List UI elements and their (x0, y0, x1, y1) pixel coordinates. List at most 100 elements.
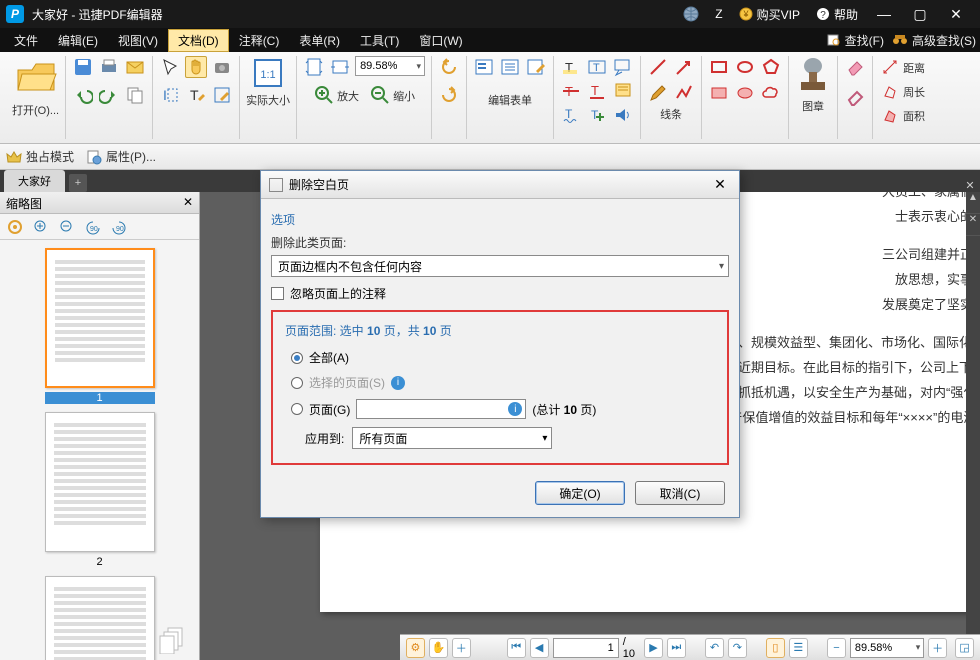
text-edit-icon[interactable]: T (185, 84, 207, 106)
tabs-close-button[interactable]: ✕ (960, 179, 980, 192)
sb-next-page-icon[interactable]: ▶ (644, 638, 663, 658)
copy-icon[interactable] (124, 84, 146, 106)
thumb-options-icon[interactable] (6, 218, 24, 236)
pencil-icon[interactable] (647, 82, 669, 104)
delete-type-combo[interactable]: 页面边框内不包含任何内容 (271, 255, 729, 277)
thumb-zoom-in-icon[interactable] (32, 218, 50, 236)
thumbnail-page-1[interactable]: 1 (45, 248, 155, 404)
add-tab-button[interactable]: + (69, 174, 87, 192)
form-list-icon[interactable] (499, 56, 521, 78)
vstrip-close-icon[interactable]: ✕ (966, 214, 980, 236)
cloud-icon[interactable] (760, 82, 782, 104)
close-button[interactable]: ✕ (938, 6, 974, 23)
ellipse-fill-icon[interactable] (734, 82, 756, 104)
sb-options-icon[interactable]: ⚙ (406, 638, 425, 658)
fit-width-icon[interactable] (329, 56, 351, 78)
dialog-close-button[interactable]: ✕ (709, 176, 731, 193)
menu-comment[interactable]: 注释(C) (229, 29, 290, 52)
cursor-icon[interactable] (159, 56, 181, 78)
apply-to-combo[interactable]: 所有页面 (352, 427, 552, 449)
thumbnail-page-2[interactable]: 2 (45, 412, 155, 568)
polyline-icon[interactable] (673, 82, 695, 104)
save-icon[interactable] (72, 56, 94, 78)
minimize-button[interactable]: — (866, 6, 902, 22)
arrow-icon[interactable] (673, 56, 695, 78)
eraser2-icon[interactable] (844, 86, 866, 108)
menu-file[interactable]: 文件 (4, 29, 48, 52)
rotate-ccw-icon[interactable] (438, 56, 460, 78)
exclusive-mode-button[interactable]: 独占模式 (6, 148, 74, 165)
info-icon[interactable]: i (391, 376, 405, 390)
undo-icon[interactable] (72, 84, 94, 106)
menu-edit[interactable]: 编辑(E) (48, 29, 108, 52)
text-select-icon[interactable]: I (159, 84, 181, 106)
highlight-icon[interactable]: T (560, 56, 582, 78)
zoom-in-icon[interactable] (313, 84, 335, 106)
text-box-icon[interactable]: T (586, 56, 608, 78)
tab-active[interactable]: 大家好 (4, 170, 65, 192)
area-icon[interactable] (879, 104, 901, 126)
thumb-zoom-out-icon[interactable] (58, 218, 76, 236)
radio-all[interactable]: 全部(A) (291, 349, 715, 366)
mail-icon[interactable] (124, 56, 146, 78)
sb-single-page-icon[interactable]: ▯ (766, 638, 785, 658)
menu-tools[interactable]: 工具(T) (350, 29, 409, 52)
radio-pages[interactable]: 页面(G) i (总计 10 页) (291, 399, 715, 419)
thumb-rotate-ccw-icon[interactable]: 90 (84, 218, 102, 236)
sb-hand-icon[interactable]: ✋ (429, 638, 448, 658)
callout-icon[interactable] (612, 56, 634, 78)
edit-content-icon[interactable] (211, 84, 233, 106)
hand-tool-icon[interactable] (185, 56, 207, 78)
sb-corner-icon[interactable]: ◲ (955, 638, 974, 658)
sb-zoom-combo[interactable]: 89.58% (850, 638, 924, 658)
eraser-icon[interactable] (844, 56, 866, 78)
sb-continuous-icon[interactable]: ☰ (789, 638, 808, 658)
help-button[interactable]: ? 帮助 (816, 6, 858, 23)
rect-fill-icon[interactable] (708, 82, 730, 104)
distance-icon[interactable] (879, 56, 901, 78)
ignore-annotations-checkbox[interactable]: 忽略页面上的注释 (271, 285, 729, 302)
properties-button[interactable]: 属性(P)... (86, 148, 156, 165)
zoom-out-icon[interactable] (369, 84, 391, 106)
thumbnail-page-3[interactable]: 3 (45, 576, 155, 660)
sb-zoom-in-icon[interactable]: ＋ (928, 638, 947, 658)
page-number-field[interactable]: 1 (553, 638, 619, 658)
pages-stack-icon[interactable] (158, 624, 188, 654)
sb-prev-page-icon[interactable]: ◀ (530, 638, 549, 658)
underline-icon[interactable]: T (586, 80, 608, 102)
insert-text-icon[interactable]: T (586, 104, 608, 126)
sb-plus-icon[interactable]: ＋ (452, 638, 471, 658)
rect-icon[interactable] (708, 56, 730, 78)
maximize-button[interactable]: ▢ (902, 6, 938, 23)
buy-vip-button[interactable]: ¥ 购买VIP (739, 6, 800, 23)
adv-find-button[interactable]: 高级查找(S) (892, 32, 976, 49)
open-folder-icon[interactable] (14, 56, 58, 100)
sb-forward-icon[interactable]: ↷ (728, 638, 747, 658)
thumb-rotate-cw-icon[interactable]: 90 (110, 218, 128, 236)
menu-form[interactable]: 表单(R) (289, 29, 350, 52)
ellipse-icon[interactable] (734, 56, 756, 78)
perimeter-icon[interactable] (879, 80, 901, 102)
ok-button[interactable]: 确定(O) (535, 481, 625, 505)
rotate-cw-icon[interactable] (438, 84, 460, 106)
snapshot-icon[interactable] (211, 56, 233, 78)
stamp-icon[interactable] (795, 56, 831, 96)
line-icon[interactable] (647, 56, 669, 78)
fit-page-icon[interactable] (303, 56, 325, 78)
polygon-icon[interactable] (760, 56, 782, 78)
zoom-combo[interactable]: 89.58% (355, 56, 425, 76)
redo-icon[interactable] (98, 84, 120, 106)
pages-input[interactable]: i (356, 399, 526, 419)
menu-document[interactable]: 文档(D) (168, 29, 229, 52)
form-field-icon[interactable] (473, 56, 495, 78)
sb-first-page-icon[interactable]: ⏮ (507, 638, 526, 658)
globe-icon[interactable] (683, 6, 699, 22)
print-icon[interactable] (98, 56, 120, 78)
sb-zoom-out-icon[interactable]: − (827, 638, 846, 658)
form-edit-icon[interactable] (525, 56, 547, 78)
sb-back-icon[interactable]: ↶ (705, 638, 724, 658)
note-icon[interactable] (612, 80, 634, 102)
sb-last-page-icon[interactable]: ⏭ (667, 638, 686, 658)
info-icon[interactable]: i (508, 402, 522, 416)
cancel-button[interactable]: 取消(C) (635, 481, 725, 505)
